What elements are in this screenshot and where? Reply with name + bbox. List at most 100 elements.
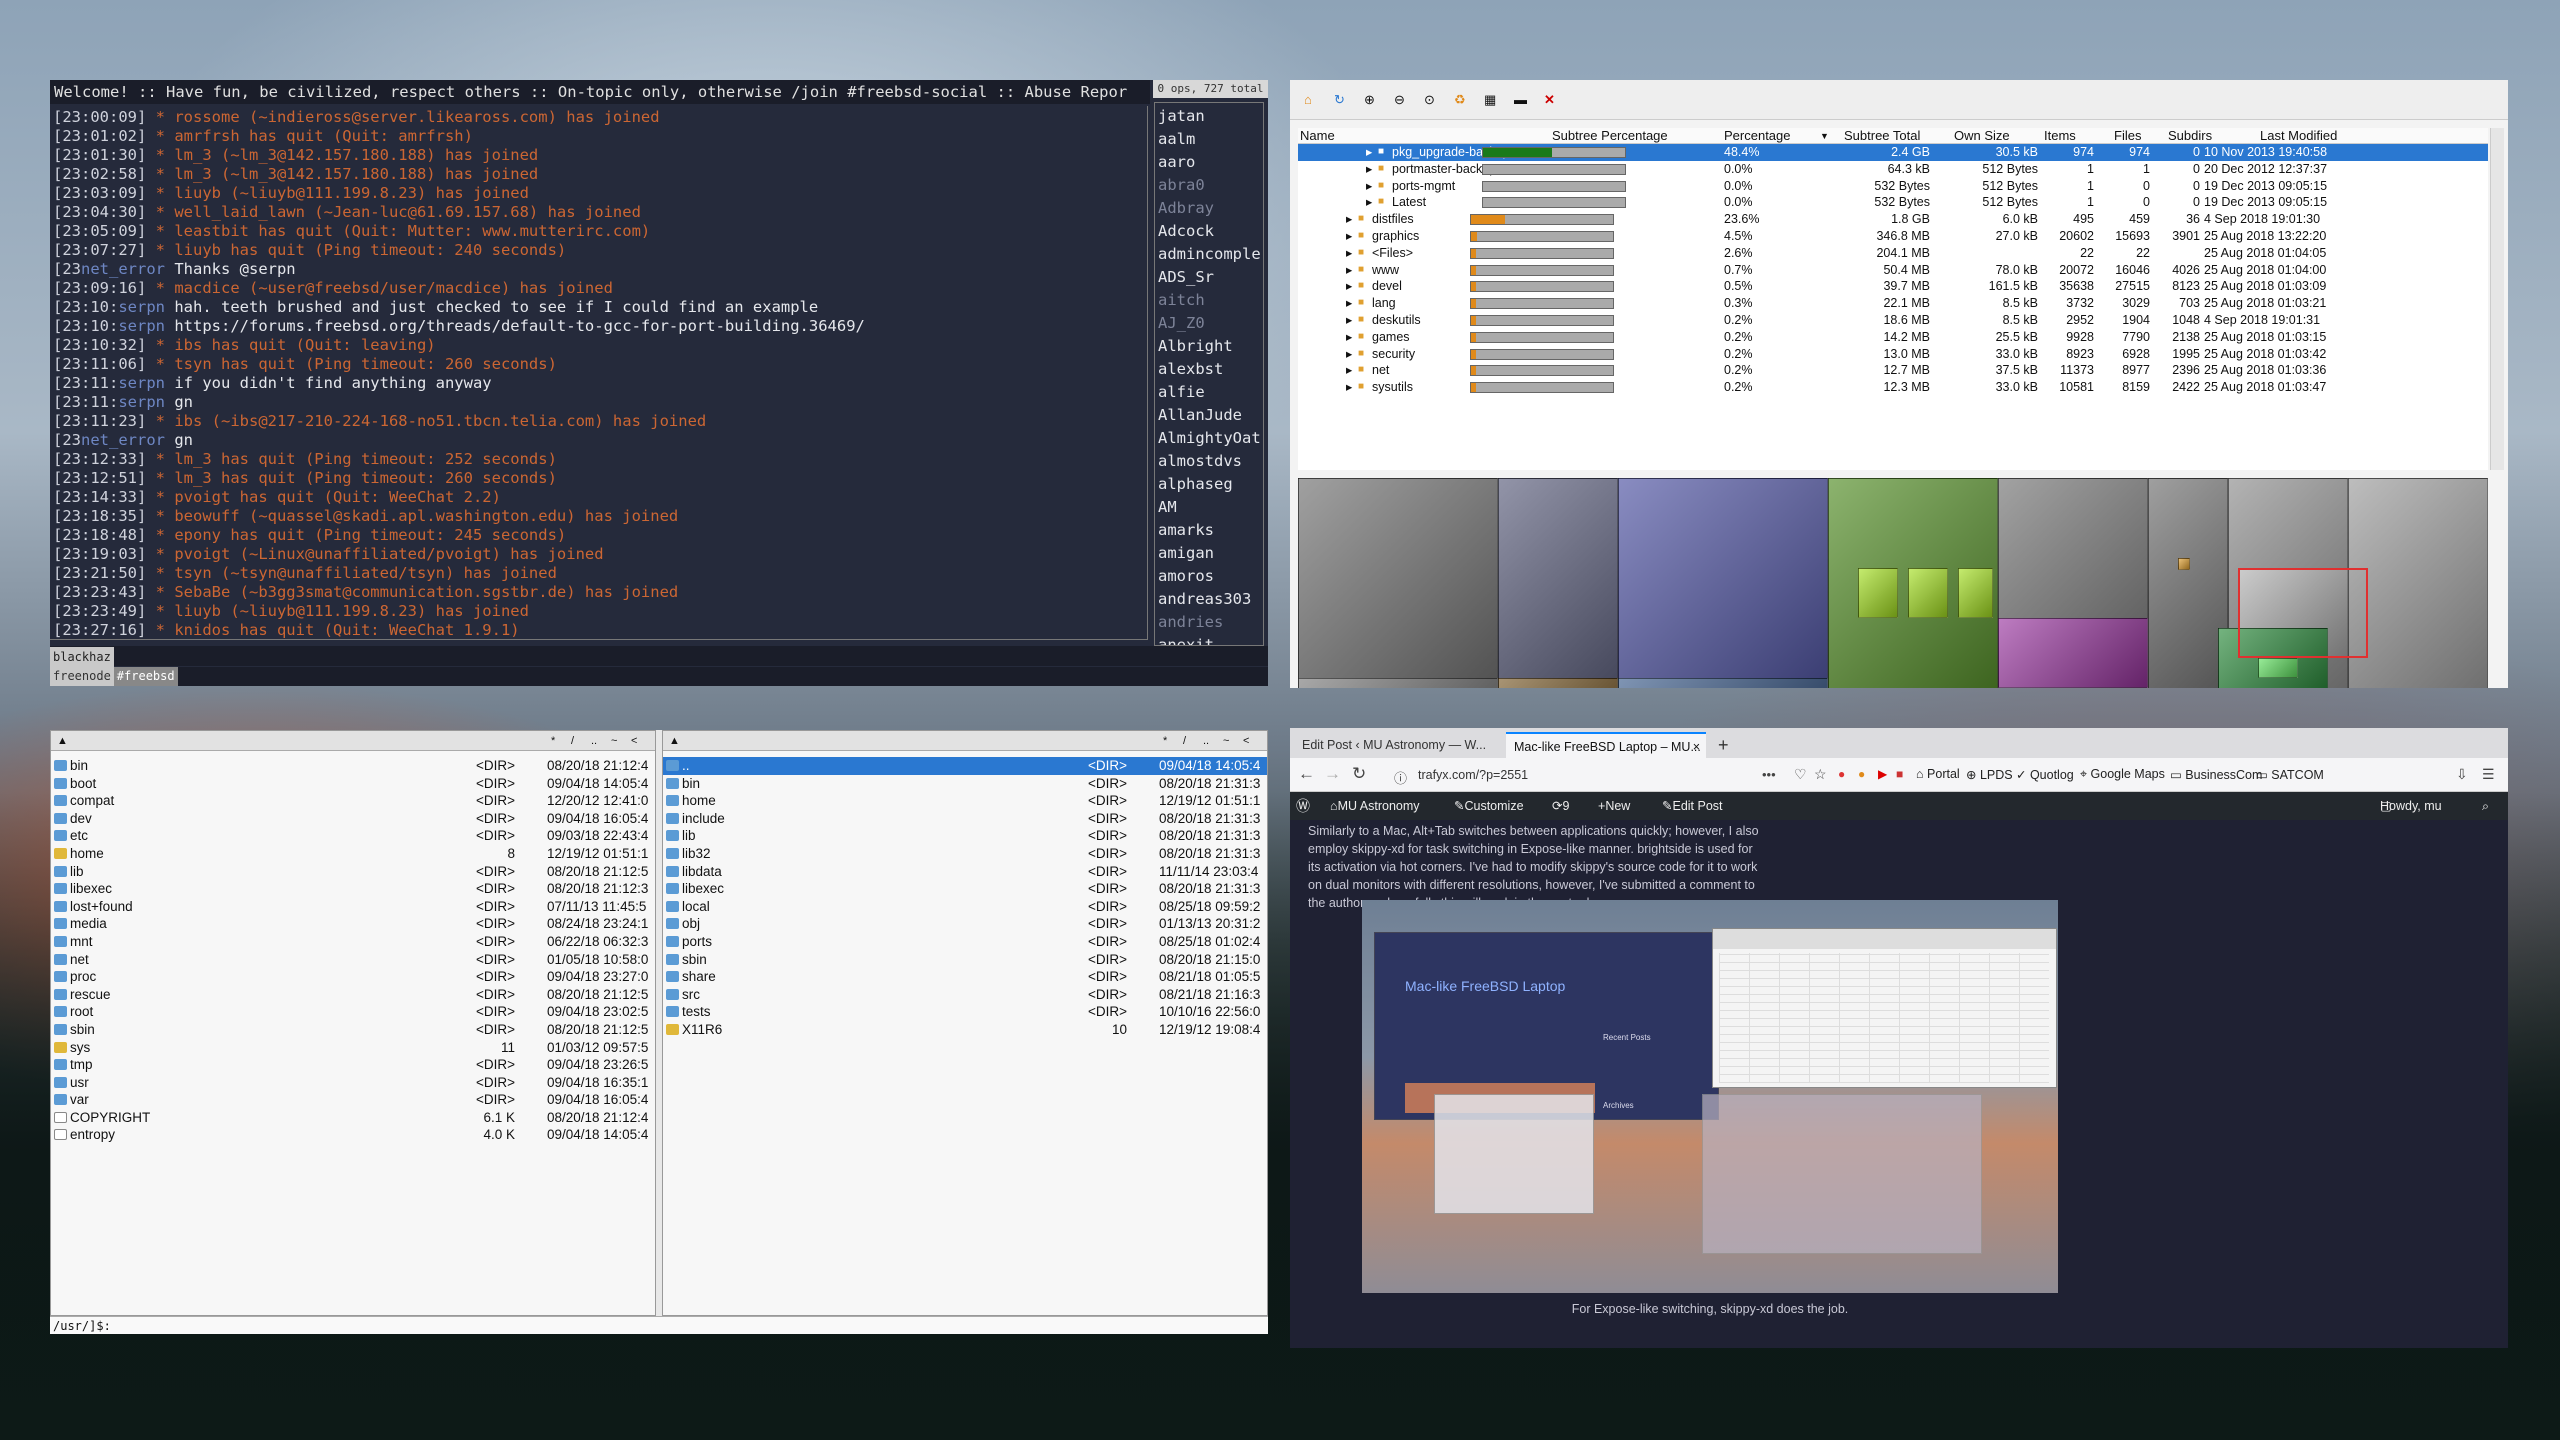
file-row[interactable]: var <DIR> 09/04/18 16:05:4 — [51, 1091, 655, 1109]
file-row[interactable]: bin <DIR> 08/20/18 21:31:3 — [663, 775, 1267, 793]
speaker-nick[interactable]: serpn — [118, 374, 174, 392]
treemap-block[interactable] — [1618, 478, 1828, 688]
expand-arrow[interactable]: ▸ — [1346, 211, 1352, 228]
new-tab-button[interactable]: + — [1710, 732, 1740, 758]
wordpress-icon[interactable]: Ⓦ — [1296, 792, 1310, 820]
col-last-modified[interactable]: Last Modified — [2260, 128, 2337, 144]
disk-usage-window[interactable]: ⌂ ↻ ⊕ ⊖ ⊙ ♻ ▦ ▬ ✕ Name Subtree Percentag… — [1290, 80, 2508, 688]
wp-site-link[interactable]: ⌂ MU Astronomy — [1330, 792, 1420, 820]
file-row[interactable]: libexec <DIR> 08/20/18 21:31:3 — [663, 880, 1267, 898]
file-row[interactable]: src <DIR> 08/21/18 21:16:3 — [663, 986, 1267, 1004]
left-file-list[interactable]: bin <DIR> 08/20/18 21:12:4 boot <DIR> 09/04/1… — [51, 757, 655, 1144]
speaker-nick[interactable]: serpn — [118, 393, 174, 411]
nick-item[interactable]: alfie — [1155, 381, 1263, 404]
treemap-block[interactable] — [1618, 678, 1828, 688]
nick-item[interactable]: ADS_Sr — [1155, 266, 1263, 289]
extension-icon[interactable]: ● — [1838, 767, 1845, 781]
delete-icon[interactable]: ♻ — [1454, 92, 1466, 108]
extension-icon[interactable]: ● — [1858, 767, 1865, 781]
treemap[interactable] — [1298, 478, 2488, 688]
nick-item[interactable]: admincomple — [1155, 243, 1263, 266]
treemap-block[interactable] — [1298, 478, 1498, 688]
wp-search-icon[interactable]: ⌕ — [2482, 792, 2489, 820]
col-subdirs[interactable]: Subdirs — [2168, 128, 2212, 144]
expand-arrow[interactable]: ▸ — [1346, 228, 1352, 245]
nick-item[interactable]: abra0 — [1155, 174, 1263, 197]
right-panel[interactable]: ▲ * /.. ~ < .. <DIR> 09/04/18 14:05:4 bin <DIR> 0… — [662, 730, 1268, 1316]
tree-row[interactable]: ▸ ■ Latest 0.0% 532 Bytes 512 Bytes 1 0 0 19 Dec … — [1298, 194, 2488, 211]
nick-item[interactable]: aitch — [1155, 289, 1263, 312]
expand-arrow[interactable]: ▸ — [1346, 379, 1352, 396]
nick-item[interactable]: AM — [1155, 496, 1263, 519]
expand-arrow[interactable]: ▸ — [1346, 278, 1352, 295]
wp-howdy[interactable]: Howdy, mu ▢ — [2380, 792, 2442, 820]
nick-item[interactable]: andries — [1155, 611, 1263, 634]
nick-list[interactable]: jatan aalm aaro abra0 Adbray Adcock admincompl… — [1154, 102, 1264, 646]
speaker-nick[interactable]: serpn — [118, 298, 174, 316]
zoom-out-icon[interactable]: ⊖ — [1394, 92, 1405, 108]
col-pct[interactable]: Percentage — [1724, 128, 1791, 144]
close-icon[interactable]: ✕ — [1544, 92, 1555, 108]
panel-header-button[interactable]: / — [571, 731, 574, 751]
speaker-nick[interactable]: net_error — [81, 260, 174, 278]
file-row[interactable]: home <DIR> 12/19/12 01:51:1 — [663, 792, 1267, 810]
article-screenshot[interactable]: Mac-like FreeBSD Laptop Recent Posts Arc… — [1362, 900, 2058, 1293]
bookmark-google-maps[interactable]: ⌖ Google Maps — [2080, 767, 2165, 782]
terminal-icon[interactable]: ▬ — [1514, 92, 1527, 107]
back-icon[interactable]: ← — [1298, 764, 1315, 784]
directory-tree[interactable]: ▸ ■ pkg_upgrade-backup 48.4% 2.4 GB 30.5 kB 97… — [1298, 144, 2488, 470]
nick-item[interactable]: almostdvs — [1155, 450, 1263, 473]
file-row[interactable]: usr <DIR> 09/04/18 16:35:1 — [51, 1074, 655, 1092]
expand-arrow[interactable]: ▸ — [1346, 262, 1352, 279]
col-name[interactable]: Name — [1300, 128, 1335, 144]
file-row[interactable]: obj <DIR> 01/13/13 20:31:2 — [663, 915, 1267, 933]
panel-header-button[interactable]: .. — [591, 731, 597, 751]
wp-updates-link[interactable]: ⟳ 9 — [1552, 792, 1569, 820]
nick-item[interactable]: Adbray — [1155, 197, 1263, 220]
tree-row[interactable]: ▸ ■ net 0.2% 12.7 MB 37.5 kB 11373 8977 2396 25 A… — [1298, 362, 2488, 379]
nick-item[interactable]: Adcock — [1155, 220, 1263, 243]
tree-row[interactable]: ▸ ■ deskutils 0.2% 18.6 MB 8.5 kB 2952 1904 1048… — [1298, 312, 2488, 329]
expand-arrow[interactable]: ▸ — [1346, 295, 1352, 312]
url-bar[interactable]: trafyx.com/?p=2551 — [1418, 764, 1758, 786]
panel-header-button[interactable]: < — [631, 731, 637, 751]
file-row[interactable]: bin <DIR> 08/20/18 21:12:4 — [51, 757, 655, 775]
tab-edit-post[interactable]: Edit Post ‹ MU Astronomy — W... — [1294, 732, 1504, 758]
tree-row[interactable]: ▸ ■ ports-mgmt 0.0% 532 Bytes 512 Bytes 1 0 0 19 … — [1298, 178, 2488, 195]
file-row[interactable]: rescue <DIR> 08/20/18 21:12:5 — [51, 986, 655, 1004]
treemap-block[interactable] — [1958, 568, 1993, 618]
panel-header-button[interactable]: ▲ — [57, 731, 68, 751]
file-row[interactable]: local <DIR> 08/25/18 09:59:2 — [663, 898, 1267, 916]
downloads-icon[interactable]: ⇩ — [2456, 766, 2468, 783]
zoom-in-icon[interactable]: ⊕ — [1364, 92, 1375, 108]
right-file-list[interactable]: .. <DIR> 09/04/18 14:05:4 bin <DIR> 08/20/18 … — [663, 757, 1267, 1039]
file-row[interactable]: lost+found <DIR> 07/11/13 11:45:5 — [51, 898, 655, 916]
expand-arrow[interactable]: ▸ — [1366, 178, 1372, 195]
bookmark-lpds[interactable]: ⊕ LPDS — [1966, 767, 2013, 782]
file-row[interactable]: sbin <DIR> 08/20/18 21:15:0 — [663, 951, 1267, 969]
file-row[interactable]: sys 11 01/03/12 09:57:5 — [51, 1039, 655, 1057]
file-manager-window[interactable]: ▲ * /.. ~ < bin <DIR> 08/20/18 21:12:4 boot <DIR… — [50, 730, 1268, 1334]
file-row[interactable]: root <DIR> 09/04/18 23:02:5 — [51, 1003, 655, 1021]
tree-row[interactable]: ▸ ■ pkg_upgrade-backup 48.4% 2.4 GB 30.5 kB 97… — [1298, 144, 2488, 161]
extension-icon[interactable]: ■ — [1896, 767, 1903, 781]
col-files[interactable]: Files — [2114, 128, 2141, 144]
forward-icon[interactable]: → — [1324, 764, 1341, 784]
speaker-nick[interactable]: net_error — [81, 431, 174, 449]
nick-item[interactable]: anexit — [1155, 634, 1263, 645]
tree-row[interactable]: ▸ ■ games 0.2% 14.2 MB 25.5 kB 9928 7790 2138 25 … — [1298, 329, 2488, 346]
file-row[interactable]: media <DIR> 08/24/18 23:24:1 — [51, 915, 655, 933]
file-row[interactable]: .. <DIR> 09/04/18 14:05:4 — [663, 757, 1267, 775]
bookmark-satcom[interactable]: ▭ SATCOM — [2256, 767, 2324, 782]
treemap-block[interactable] — [1858, 568, 1898, 618]
home-icon[interactable]: ⌂ — [1304, 92, 1312, 107]
panel-header-button[interactable]: * — [1163, 731, 1167, 751]
treemap-block[interactable] — [2178, 558, 2190, 570]
bookmark-star-icon[interactable]: ☆ — [1814, 766, 1827, 783]
file-row[interactable]: net <DIR> 01/05/18 10:58:0 — [51, 951, 655, 969]
nick-item[interactable]: alexbst — [1155, 358, 1263, 381]
left-panel[interactable]: ▲ * /.. ~ < bin <DIR> 08/20/18 21:12:4 boot <DIR… — [50, 730, 656, 1316]
pocket-icon[interactable]: ♡ — [1794, 766, 1807, 783]
panel-header-button[interactable]: .. — [1203, 731, 1209, 751]
zoom-fit-icon[interactable]: ⊙ — [1424, 92, 1435, 108]
